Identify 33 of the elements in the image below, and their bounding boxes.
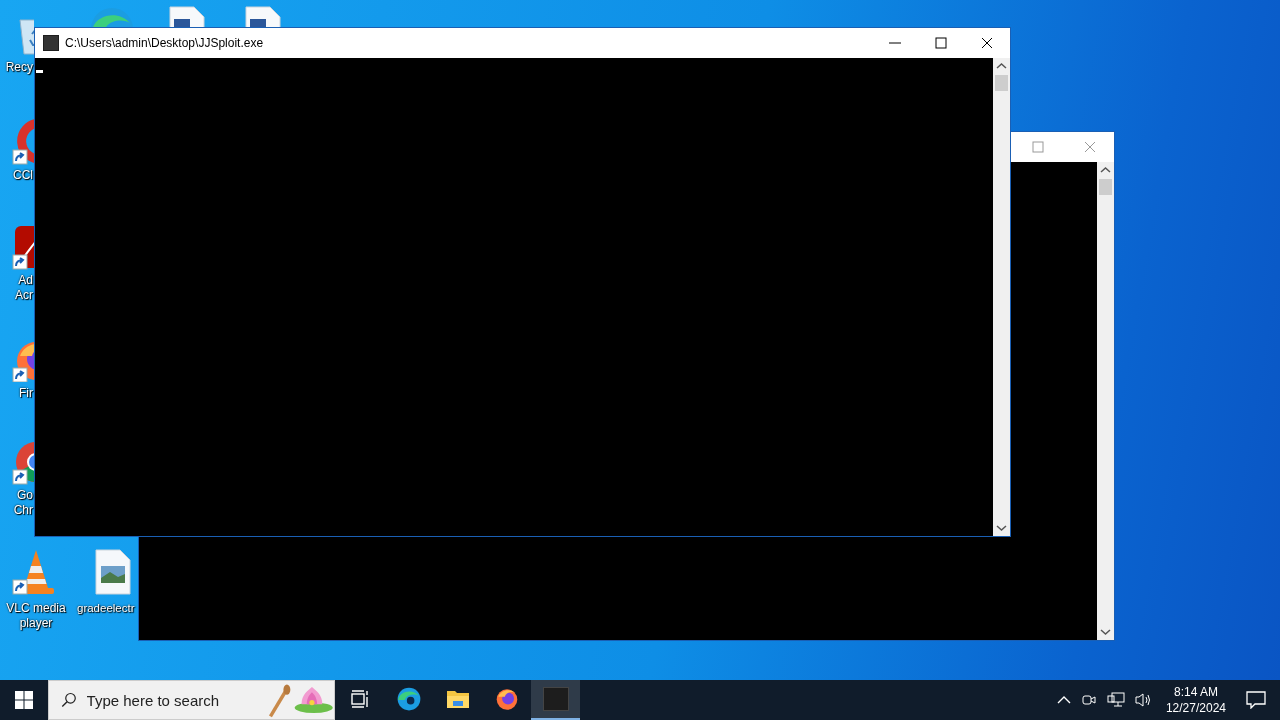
volume-icon[interactable] bbox=[1134, 692, 1153, 708]
search-icon bbox=[61, 691, 77, 709]
search-bar[interactable]: Type here to search bbox=[48, 680, 335, 720]
scroll-thumb[interactable] bbox=[1099, 179, 1112, 195]
console-icon bbox=[542, 687, 569, 711]
scrollbar[interactable] bbox=[993, 58, 1010, 536]
camera-icon[interactable] bbox=[1080, 692, 1097, 708]
icon-label[interactable]: gradeelectr bbox=[77, 601, 137, 616]
clock-date: 12/27/2024 bbox=[1165, 700, 1226, 716]
clock[interactable]: 8:14 AM 12/27/2024 bbox=[1165, 684, 1226, 716]
chevron-up-icon[interactable] bbox=[1056, 695, 1071, 705]
icon-label[interactable]: Go Chr bbox=[0, 488, 33, 518]
folder-icon bbox=[445, 688, 470, 710]
close-icon[interactable] bbox=[981, 37, 993, 49]
notification-icon[interactable] bbox=[1246, 691, 1266, 709]
task-view-icon bbox=[349, 689, 370, 709]
console-taskbar-button[interactable] bbox=[531, 680, 580, 720]
text-cursor bbox=[36, 70, 43, 73]
window-title: C:\Users\admin\Desktop\JJSploit.exe bbox=[65, 36, 264, 50]
icon-label[interactable]: Recy bbox=[0, 60, 33, 75]
search-field[interactable]: Type here to search bbox=[84, 690, 259, 710]
maximize-icon[interactable] bbox=[935, 37, 947, 49]
scroll-thumb[interactable] bbox=[995, 75, 1008, 91]
icon-label[interactable]: CCl bbox=[0, 168, 33, 183]
icon-label[interactable]: Ad Acr bbox=[0, 273, 33, 303]
windows-logo-icon bbox=[15, 691, 33, 709]
edge-icon bbox=[395, 686, 422, 712]
icon-label[interactable]: VLC media player bbox=[0, 601, 74, 631]
console-icon bbox=[43, 35, 59, 51]
network-icon[interactable] bbox=[1106, 692, 1125, 708]
icon-label[interactable]: Fir bbox=[0, 386, 33, 401]
scrollbar[interactable] bbox=[1097, 162, 1114, 640]
clock-time: 8:14 AM bbox=[1173, 684, 1218, 700]
